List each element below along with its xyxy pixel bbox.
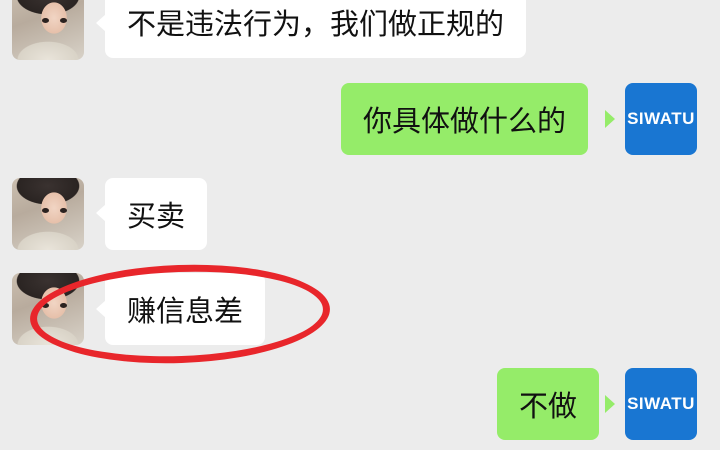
siwatu-logo-text: SIWATU	[627, 394, 695, 413]
bubble-tail	[605, 395, 615, 413]
message-bubble[interactable]: 不做	[497, 368, 600, 440]
contact-avatar[interactable]	[12, 273, 84, 345]
avatar-eye	[42, 303, 49, 308]
contact-avatar[interactable]	[12, 178, 84, 250]
self-avatar[interactable]: SIWATU	[625, 83, 697, 155]
avatar-eye	[60, 208, 67, 213]
contact-avatar[interactable]	[12, 0, 84, 60]
message-bubble[interactable]: 你具体做什么的	[341, 83, 589, 155]
message-bubble[interactable]: 赚信息差	[105, 273, 266, 345]
avatar-eye	[60, 303, 67, 308]
avatar-eye	[42, 18, 49, 23]
message-text: 不做	[519, 389, 578, 423]
siwatu-logo-text: SIWATU	[627, 109, 695, 128]
avatar-eye	[60, 18, 67, 23]
message-text: 不是违法行为，我们做正规的	[127, 7, 505, 41]
message-bubble[interactable]: 不是违法行为，我们做正规的	[105, 0, 527, 58]
message-bubble[interactable]: 买卖	[105, 178, 208, 250]
avatar-eye	[42, 208, 49, 213]
message-text: 买卖	[127, 199, 186, 233]
message-text: 你具体做什么的	[363, 104, 567, 138]
message-text: 赚信息差	[127, 294, 244, 328]
self-avatar[interactable]: SIWATU	[625, 368, 697, 440]
bubble-tail	[605, 110, 615, 128]
